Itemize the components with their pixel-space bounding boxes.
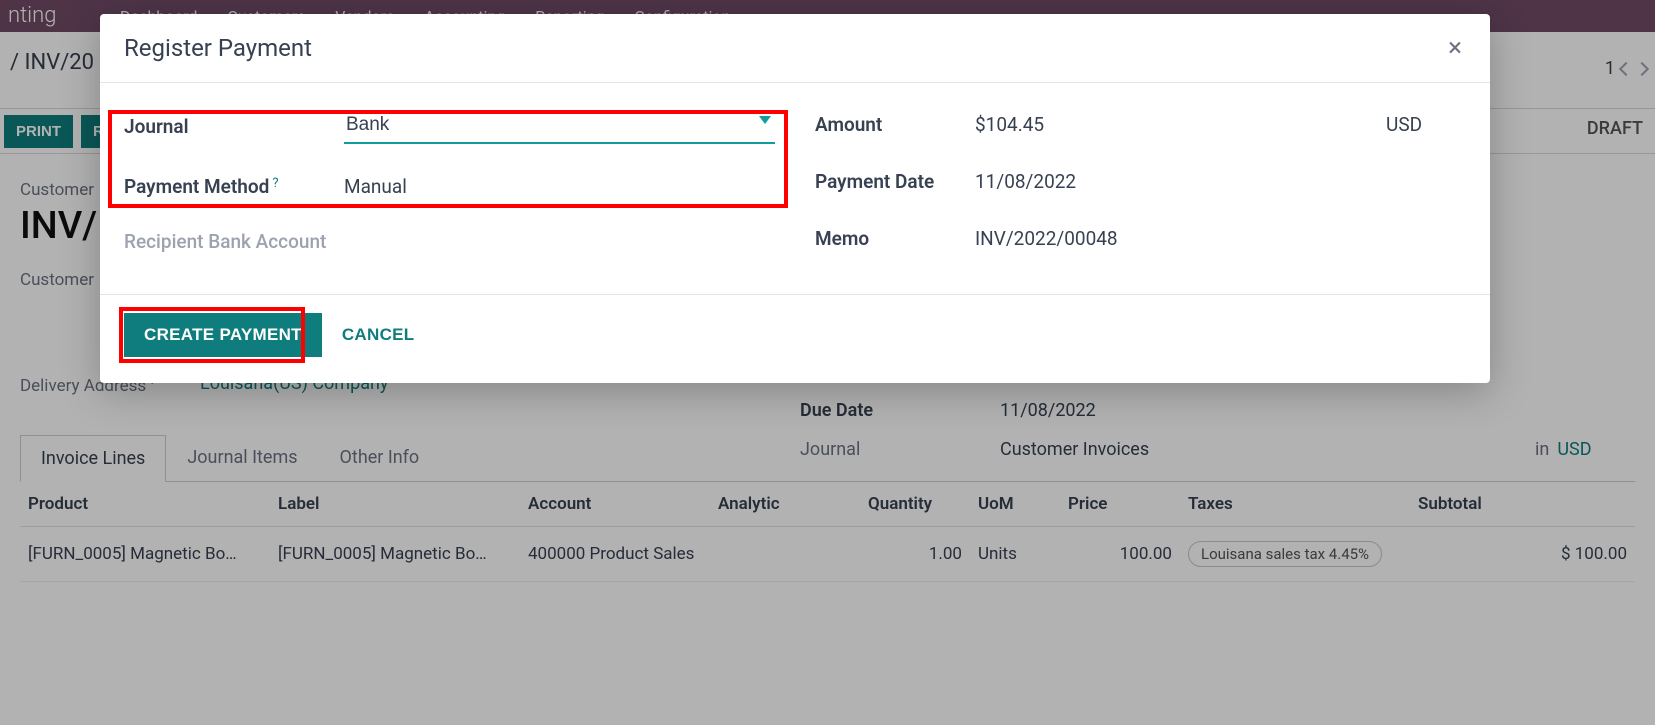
modal-title: Register Payment	[124, 34, 312, 62]
amount-label: Amount	[815, 113, 975, 136]
register-payment-modal: Register Payment × Journal Payment Metho…	[100, 14, 1490, 383]
journal-label: Journal	[124, 115, 344, 138]
recipient-bank-label: Recipient Bank Account	[124, 230, 775, 253]
modal-left-form: Journal Payment Method? Manual Recipient…	[124, 109, 775, 254]
amount-currency: USD	[1386, 109, 1466, 140]
close-icon[interactable]: ×	[1448, 35, 1462, 61]
payment-method-label: Payment Method	[124, 175, 269, 198]
create-payment-button[interactable]: CREATE PAYMENT	[124, 313, 322, 357]
memo-value: INV/2022/00048	[975, 223, 1466, 254]
modal-right-form: Amount $104.45 USD Payment Date 11/08/20…	[815, 109, 1466, 254]
help-icon[interactable]: ?	[272, 176, 278, 191]
payment-date-value: 11/08/2022	[975, 166, 1466, 197]
chevron-down-icon[interactable]	[759, 116, 771, 124]
amount-value: $104.45	[975, 109, 1386, 140]
cancel-button[interactable]: CANCEL	[342, 325, 415, 345]
journal-select[interactable]	[344, 110, 775, 144]
payment-method-value: Manual	[344, 171, 775, 202]
journal-input[interactable]	[344, 110, 775, 144]
payment-date-label: Payment Date	[815, 170, 975, 193]
memo-label: Memo	[815, 227, 975, 250]
